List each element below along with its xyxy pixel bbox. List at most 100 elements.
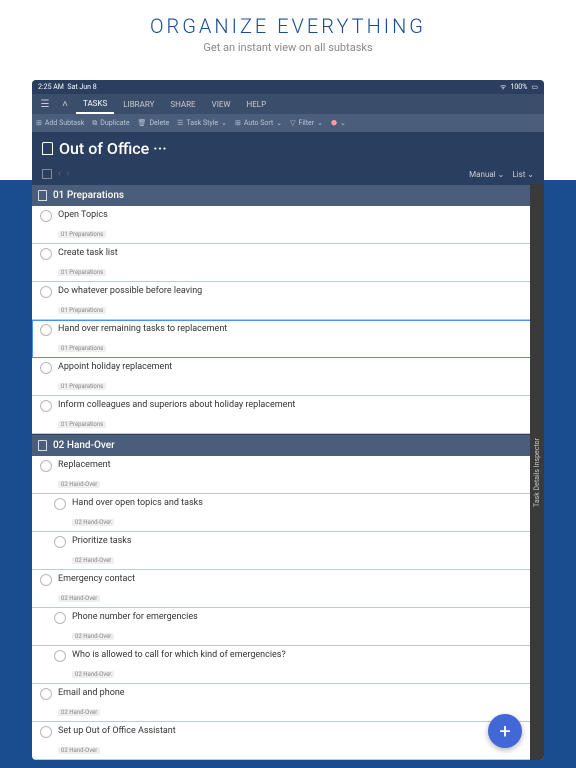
sort-icon: ⊞ — [235, 119, 241, 127]
task-title: Open Topics — [58, 209, 536, 221]
task-tag: 02 Hand-Over — [58, 747, 100, 754]
prev-arrow[interactable]: ‹ — [58, 169, 61, 179]
hamburger-icon[interactable]: ☰ — [36, 95, 54, 113]
add-task-fab[interactable]: + — [488, 714, 522, 748]
task-tag: 01 Preparations — [58, 307, 106, 314]
menu-library[interactable]: LIBRARY — [116, 96, 161, 113]
grid-icon[interactable] — [42, 169, 52, 179]
task-row[interactable]: Email and phone02 Hand-Over⌄ — [32, 684, 544, 722]
task-list: 01 Preparations⌄ Open Topics 01 Preparatio… — [32, 184, 544, 760]
task-checkbox[interactable] — [40, 324, 52, 336]
task-title: Create task list — [58, 247, 536, 259]
task-checkbox[interactable] — [54, 650, 66, 662]
add-subtask-button[interactable]: ⊞Add Subtask — [36, 119, 84, 127]
task-row[interactable]: Hand over open topics and tasks02 Hand-O… — [32, 494, 544, 532]
trash-icon: 🗑 — [138, 119, 147, 127]
task-tag: 02 Hand-Over — [72, 557, 114, 564]
menu-help[interactable]: HELP — [240, 96, 274, 113]
task-title: Replacement — [58, 459, 525, 471]
task-row[interactable]: Prioritize tasks 02 Hand-Over — [32, 532, 544, 570]
task-tag: 02 Hand-Over — [58, 481, 100, 488]
task-title: Prioritize tasks — [72, 535, 536, 547]
clipboard-icon — [38, 190, 47, 201]
sort-mode[interactable]: Manual ⌄ — [469, 170, 504, 179]
battery-icon: ▭ — [531, 83, 538, 91]
task-title: Who is allowed to call for which kind of… — [72, 649, 536, 661]
task-row[interactable]: Inform colleagues and superiors about ho… — [32, 396, 544, 434]
task-row[interactable]: Appoint holiday replacement 01 Preparatio… — [32, 358, 544, 396]
task-row[interactable]: Do whatever possible before leaving 01 Pr… — [32, 282, 544, 320]
task-tag: 01 Preparations — [58, 383, 106, 390]
task-tag: 01 Preparations — [58, 269, 106, 276]
add-icon: ⊞ — [36, 119, 42, 127]
task-checkbox[interactable] — [54, 498, 66, 510]
task-checkbox[interactable] — [54, 612, 66, 624]
task-tag: 01 Preparations — [58, 345, 106, 352]
task-checkbox[interactable] — [40, 688, 52, 700]
auto-sort-button[interactable]: ⊞Auto Sort ⌄ — [235, 119, 282, 127]
task-checkbox[interactable] — [40, 248, 52, 260]
task-title: Email and phone — [58, 687, 525, 699]
section-header[interactable]: 02 Hand-Over⌄ — [32, 434, 544, 456]
duplicate-button[interactable]: ⧉Duplicate — [92, 119, 129, 128]
clipboard-icon — [38, 440, 47, 451]
filter-icon: ▽ — [290, 119, 295, 127]
view-mode[interactable]: List ⌄ — [512, 170, 534, 179]
task-row[interactable]: Open Topics 01 Preparations — [32, 206, 544, 244]
task-title: Phone number for emergencies — [72, 611, 536, 623]
tag-icon: ⬣ — [331, 119, 337, 127]
task-style-button[interactable]: ☰Task Style ⌄ — [177, 119, 227, 127]
task-tag: 02 Hand-Over — [58, 595, 100, 602]
clipboard-icon — [42, 142, 53, 155]
task-checkbox[interactable] — [54, 536, 66, 548]
style-icon: ☰ — [177, 119, 183, 127]
task-title: Set up Out of Office Assistant — [58, 725, 525, 737]
task-checkbox[interactable] — [40, 726, 52, 738]
task-title: Hand over remaining tasks to replacement — [58, 323, 536, 335]
task-tag: 02 Hand-Over — [72, 671, 114, 678]
status-right: ᯤ 100% ▭ — [500, 83, 538, 92]
task-checkbox[interactable] — [40, 362, 52, 374]
section-header[interactable]: 01 Preparations⌄ — [32, 184, 544, 206]
section-title: 01 Preparations — [53, 190, 531, 201]
task-title: Do whatever possible before leaving — [58, 285, 536, 297]
toolbar: ⊞Add Subtask ⧉Duplicate 🗑Delete ☰Task St… — [32, 114, 544, 132]
promo-title: ORGANIZE EVERYTHING — [0, 14, 576, 38]
menu-share[interactable]: SHARE — [163, 96, 202, 113]
menu-bar: ☰ ˄ TASKS LIBRARY SHARE VIEW HELP — [32, 94, 544, 114]
inspector-panel[interactable]: Task Details Inspector — [530, 184, 544, 760]
task-title: Appoint holiday replacement — [58, 361, 536, 373]
control-bar: ‹ › Manual ⌄ List ⌄ — [32, 164, 544, 184]
task-tag: 01 Preparations — [58, 421, 106, 428]
task-checkbox[interactable] — [40, 574, 52, 586]
task-tag: 02 Hand-Over — [58, 709, 100, 716]
promo-banner: ORGANIZE EVERYTHING Get an instant view … — [0, 0, 576, 70]
task-title: Emergency contact — [58, 573, 525, 585]
task-tag: 01 Preparations — [58, 231, 106, 238]
task-row[interactable]: Emergency contact02 Hand-Over⌄ — [32, 570, 544, 608]
task-checkbox[interactable] — [40, 286, 52, 298]
tag-button[interactable]: ⬣ ⌄ — [331, 119, 346, 127]
delete-button[interactable]: 🗑Delete — [138, 119, 170, 127]
menu-view[interactable]: VIEW — [205, 96, 238, 113]
task-title: Inform colleagues and superiors about ho… — [58, 399, 536, 411]
up-arrow-icon[interactable]: ˄ — [56, 95, 74, 113]
task-checkbox[interactable] — [40, 400, 52, 412]
task-row[interactable]: Who is allowed to call for which kind of… — [32, 646, 544, 684]
duplicate-icon: ⧉ — [92, 119, 97, 128]
promo-subtitle: Get an instant view on all subtasks — [0, 41, 576, 54]
task-row[interactable]: Create task list 01 Preparations — [32, 244, 544, 282]
task-checkbox[interactable] — [40, 460, 52, 472]
task-list-content[interactable]: 01 Preparations⌄ Open Topics 01 Preparatio… — [32, 184, 544, 760]
status-time: 2:25 AM Sat Jun 8 — [38, 83, 500, 91]
menu-tasks[interactable]: TASKS — [76, 95, 114, 114]
status-bar: 2:25 AM Sat Jun 8 ᯤ 100% ▭ — [32, 80, 544, 94]
filter-button[interactable]: ▽Filter ⌄ — [290, 119, 323, 127]
page-header: Out of Office ··· — [32, 132, 544, 164]
task-checkbox[interactable] — [40, 210, 52, 222]
task-row[interactable]: Phone number for emergencies02 Hand-Over — [32, 608, 544, 646]
next-arrow[interactable]: › — [67, 169, 70, 179]
task-row[interactable]: Replacement02 Hand-Over⌄ — [32, 456, 544, 494]
task-row[interactable]: Set up Out of Office Assistant 02 Hand-Ov… — [32, 722, 544, 760]
task-row[interactable]: Hand over remaining tasks to replacement… — [32, 320, 544, 358]
